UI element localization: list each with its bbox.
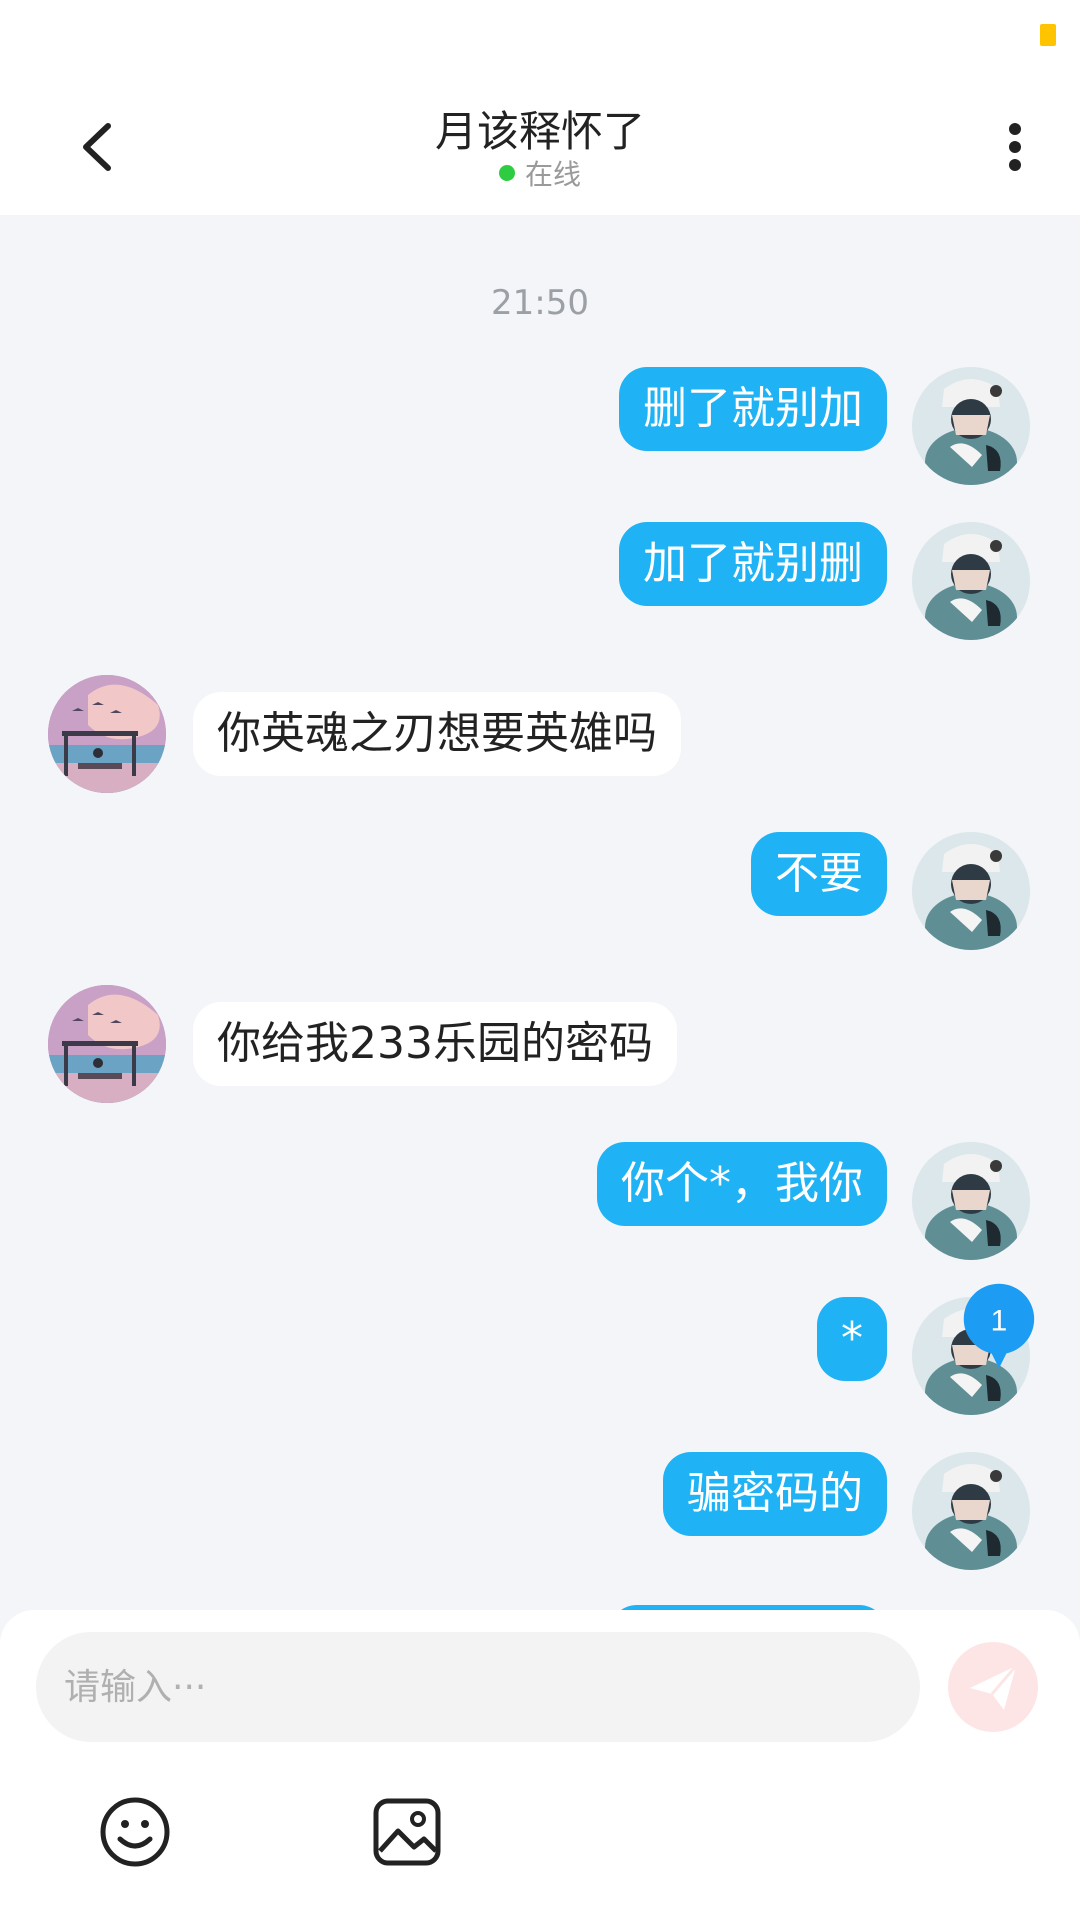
message-incoming: 你给我233乐园的密码: [0, 985, 1080, 1105]
avatar[interactable]: [48, 985, 166, 1103]
unread-badge[interactable]: 1: [955, 1282, 1043, 1370]
message-timestamp: 21:50: [491, 283, 589, 323]
message-input[interactable]: [36, 1632, 920, 1742]
online-status: 在线: [0, 153, 1080, 193]
image-button[interactable]: [370, 1795, 444, 1869]
avatar[interactable]: [912, 1452, 1030, 1570]
message-bubble[interactable]: 加了就别删: [619, 522, 887, 606]
chat-header: 月该释怀了 在线: [0, 70, 1080, 215]
composer-panel: [0, 1610, 1080, 1920]
message-outgoing: 删了就别加: [0, 367, 1080, 487]
more-options-button[interactable]: [990, 112, 1040, 182]
message-bubble[interactable]: 你给我233乐园的密码: [193, 1002, 677, 1086]
message-bubble[interactable]: 不要: [751, 832, 887, 916]
message-list[interactable]: 21:50 删了就别加 加了就别删 你英魂之刃想要英雄吗 不要 你给我233乐园…: [0, 215, 1080, 1610]
avatar[interactable]: [912, 1142, 1030, 1260]
send-button[interactable]: [948, 1642, 1038, 1732]
message-bubble[interactable]: *: [817, 1297, 887, 1381]
message-outgoing: 加了就别删: [0, 522, 1080, 642]
message-outgoing: 不要: [0, 832, 1080, 952]
send-plane-icon: [970, 1665, 1018, 1710]
message-bubble[interactable]: 骗密码的: [663, 1452, 887, 1536]
online-status-label: 在线: [524, 158, 581, 191]
emoji-button[interactable]: [98, 1795, 172, 1869]
status-indicator: [1040, 24, 1056, 46]
more-vertical-icon: [1009, 123, 1021, 171]
avatar[interactable]: [912, 367, 1030, 485]
message-bubble[interactable]: 你个*，我你: [597, 1142, 887, 1226]
message-outgoing: 你个*，我你: [0, 1142, 1080, 1262]
smiley-icon: [100, 1797, 170, 1867]
message-outgoing: 骗密码的: [0, 1452, 1080, 1572]
avatar[interactable]: [912, 522, 1030, 640]
message-bubble[interactable]: 你英魂之刃想要英雄吗: [193, 692, 681, 776]
image-icon: [373, 1798, 441, 1866]
status-bar: [0, 0, 1080, 70]
unread-badge-icon: 1: [963, 1283, 1035, 1369]
message-bubble[interactable]: 删了就别加: [619, 367, 887, 451]
message-outgoing: *: [0, 1297, 1080, 1417]
online-dot: [498, 165, 515, 181]
avatar[interactable]: [48, 675, 166, 793]
chat-title: 月该释怀了: [434, 107, 645, 156]
unread-count: 1: [991, 1304, 1008, 1337]
message-incoming: 你英魂之刃想要英雄吗: [0, 675, 1080, 795]
avatar[interactable]: [912, 832, 1030, 950]
